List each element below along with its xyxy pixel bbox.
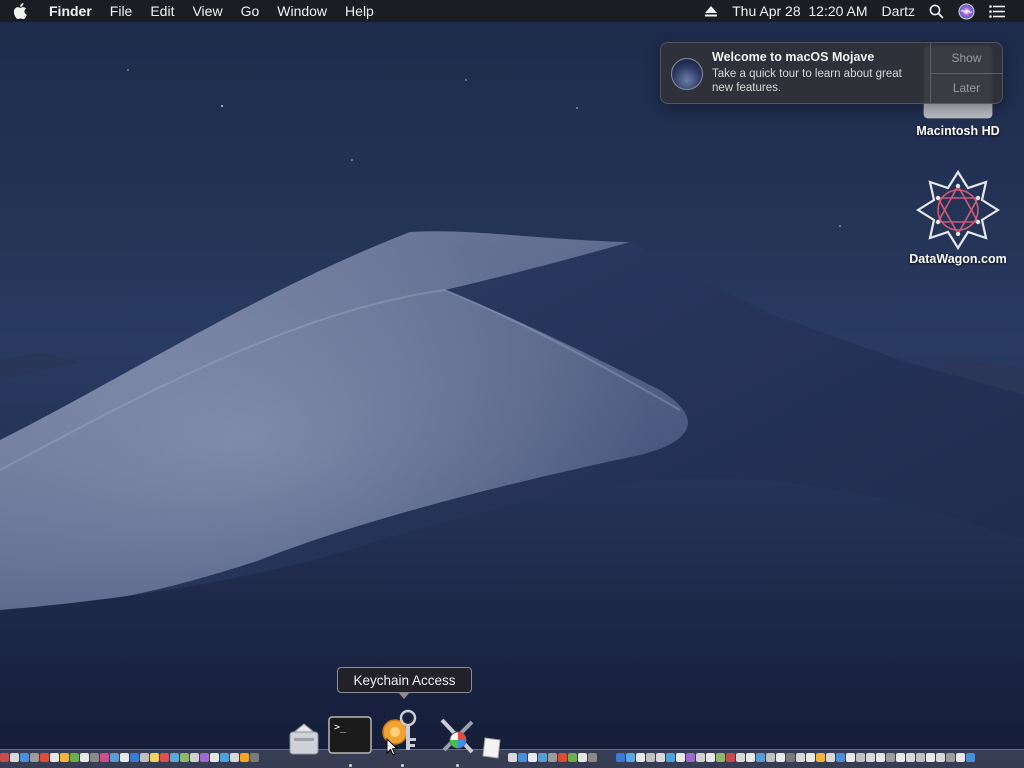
running-indicator [456,764,459,767]
menu-bar: Finder File Edit View Go Window Help Thu… [0,0,1024,22]
apple-icon[interactable] [0,0,40,22]
notification-center-icon[interactable] [982,0,1012,22]
menu-window[interactable]: Window [268,0,336,22]
eject-icon[interactable] [697,0,725,22]
desktop-icon-label: Macintosh HD [916,124,1000,138]
datawagon-logo-icon [898,168,1018,252]
running-indicator [349,764,352,767]
notification-title: Welcome to macOS Mojave [712,50,875,64]
dock-small-icons-left[interactable] [0,751,259,763]
menu-view[interactable]: View [183,0,231,22]
show-button[interactable]: Show [931,43,1002,73]
terminal-icon[interactable]: >_ [328,716,372,759]
textedit-icon[interactable] [482,736,502,765]
migration-assistant-icon[interactable] [288,722,320,761]
running-indicator [401,764,404,767]
welcome-notification[interactable]: Welcome to macOS Mojave Take a quick tou… [660,42,1003,104]
tooltip-arrow [398,692,410,699]
mouse-cursor-icon [386,737,399,761]
dock-tooltip: Keychain Access [337,667,472,693]
user-name[interactable]: Dartz [875,0,922,22]
date-time[interactable]: Thu Apr 28 12:20 AM [725,0,874,22]
menu-file[interactable]: File [101,0,142,22]
search-icon[interactable] [922,0,951,22]
system-information-icon[interactable] [436,716,478,763]
dock-small-icons-right[interactable] [616,751,975,763]
dock-small-icons-middle[interactable] [508,751,597,763]
menu-go[interactable]: Go [232,0,269,22]
menu-edit[interactable]: Edit [141,0,183,22]
desktop-icon-label: DataWagon.com [909,252,1007,266]
menu-help[interactable]: Help [336,0,383,22]
mojave-icon [671,58,703,90]
desktop-icon-datawagon[interactable]: DataWagon.com [898,168,1018,266]
menu-finder[interactable]: Finder [40,0,101,22]
siri-icon[interactable] [951,0,982,22]
svg-text:>_: >_ [334,722,347,733]
notification-text: Take a quick tour to learn about great n… [712,68,902,94]
desktop-wallpaper [0,0,1024,768]
later-button[interactable]: Later [931,72,1002,104]
